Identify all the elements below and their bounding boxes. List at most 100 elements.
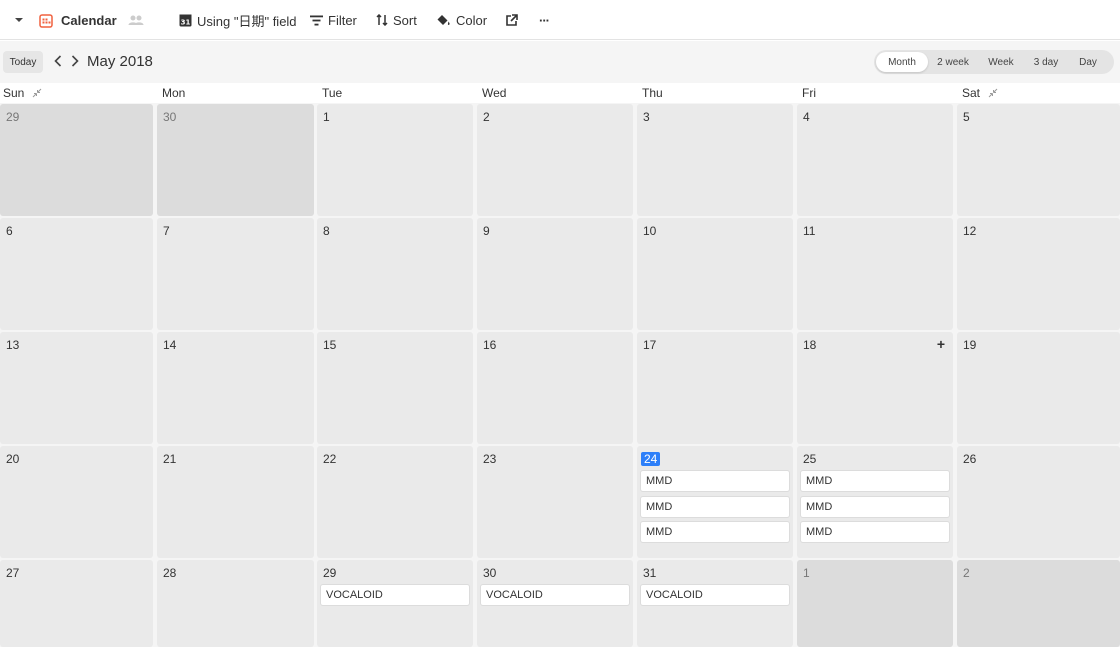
day-header-label: Thu <box>642 86 663 100</box>
date-number: 28 <box>163 566 177 580</box>
day-cell[interactable]: 14 <box>157 332 314 444</box>
day-header-sat: Sat <box>962 83 998 103</box>
day-header-label: Sat <box>962 86 981 100</box>
date-number: 23 <box>483 452 497 466</box>
day-cell[interactable]: 31 VOCALOID <box>637 560 793 647</box>
day-cell[interactable]: 4 <box>797 104 953 216</box>
share-button[interactable] <box>505 0 518 40</box>
date-number: 16 <box>483 338 497 352</box>
day-header-fri: Fri <box>802 83 816 103</box>
event-card[interactable]: MMD <box>640 521 790 543</box>
date-number: 30 <box>163 110 177 124</box>
day-cell[interactable]: 2 <box>477 104 633 216</box>
day-header-label: Fri <box>802 86 816 100</box>
month-title: May 2018 <box>87 53 153 70</box>
date-number: 20 <box>6 452 20 466</box>
view-title[interactable]: Calendar <box>39 0 117 40</box>
date-number: 9 <box>483 224 490 238</box>
date-number: 29 <box>323 566 337 580</box>
view-option-2-week[interactable]: 2 week <box>928 52 978 72</box>
day-cell[interactable]: 29 VOCALOID <box>317 560 473 647</box>
date-number: 25 <box>803 452 817 466</box>
date-number: 1 <box>323 110 330 124</box>
date-number: 15 <box>323 338 337 352</box>
day-cell[interactable]: 18 + <box>797 332 953 444</box>
chevron-left-icon <box>54 55 62 67</box>
day-header-sun: Sun <box>3 83 42 103</box>
event-card[interactable]: VOCALOID <box>480 584 630 606</box>
day-cell[interactable]: 24 MMD MMD MMD <box>637 446 793 558</box>
filter-icon <box>310 15 323 26</box>
event-card[interactable]: MMD <box>640 495 790 518</box>
day-cell[interactable]: 11 <box>797 218 953 330</box>
day-cell[interactable]: 29 <box>0 104 153 216</box>
day-cell[interactable]: 8 <box>317 218 473 330</box>
day-cell[interactable]: 5 <box>957 104 1120 216</box>
event-card[interactable]: MMD <box>800 495 950 518</box>
day-header-label: Mon <box>162 86 186 100</box>
more-button[interactable]: ··· <box>539 0 550 40</box>
view-menu-chevron[interactable] <box>14 0 24 40</box>
day-cell[interactable]: 17 <box>637 332 793 444</box>
date-number: 22 <box>323 452 337 466</box>
day-cell[interactable]: 2 <box>957 560 1120 647</box>
view-option-3-day[interactable]: 3 day <box>1024 52 1068 72</box>
event-card[interactable]: MMD <box>640 470 790 492</box>
event-card[interactable]: VOCALOID <box>640 584 790 606</box>
people-icon <box>128 14 144 26</box>
toolbar: Calendar 31 Using "日期" field Filter Sort… <box>0 0 1120 40</box>
today-button[interactable]: Today <box>3 51 43 73</box>
day-cell[interactable]: 9 <box>477 218 633 330</box>
day-cell[interactable]: 10 <box>637 218 793 330</box>
day-cell[interactable]: 20 <box>0 446 153 558</box>
add-event-button[interactable]: + <box>937 336 945 352</box>
day-cell[interactable]: 1 <box>797 560 953 647</box>
date-field-icon: 31 <box>179 14 192 27</box>
day-cell[interactable]: 16 <box>477 332 633 444</box>
filter-button[interactable]: Filter <box>310 0 357 40</box>
filter-label: Filter <box>328 12 357 28</box>
date-field-button[interactable]: 31 Using "日期" field <box>179 0 297 40</box>
collapse-weekend-icon[interactable] <box>32 88 42 98</box>
day-cell[interactable]: 21 <box>157 446 314 558</box>
view-option-day[interactable]: Day <box>1068 52 1108 72</box>
date-number: 8 <box>323 224 330 238</box>
day-cell[interactable]: 1 <box>317 104 473 216</box>
day-cell[interactable]: 30 VOCALOID <box>477 560 633 647</box>
share-icon <box>505 13 518 27</box>
calendar-icon <box>39 13 53 28</box>
date-number: 29 <box>6 110 20 124</box>
event-card[interactable]: VOCALOID <box>320 584 470 606</box>
date-number: 27 <box>6 566 20 580</box>
day-cell[interactable]: 15 <box>317 332 473 444</box>
day-cell[interactable]: 23 <box>477 446 633 558</box>
day-cell[interactable]: 12 <box>957 218 1120 330</box>
date-number: 2 <box>483 110 490 124</box>
day-cell[interactable]: 26 <box>957 446 1120 558</box>
collapse-weekend-icon[interactable] <box>988 88 998 98</box>
view-option-month[interactable]: Month <box>876 52 928 72</box>
day-cell[interactable]: 30 <box>157 104 314 216</box>
event-card[interactable]: MMD <box>800 470 950 492</box>
day-cell[interactable]: 25 MMD MMD MMD <box>797 446 953 558</box>
day-cell[interactable]: 22 <box>317 446 473 558</box>
collaborators-button[interactable] <box>128 0 144 40</box>
day-cell[interactable]: 28 <box>157 560 314 647</box>
view-option-week[interactable]: Week <box>978 52 1024 72</box>
date-number: 30 <box>483 566 497 580</box>
day-cell[interactable]: 3 <box>637 104 793 216</box>
prev-month-button[interactable] <box>51 52 65 70</box>
day-cell[interactable]: 7 <box>157 218 314 330</box>
date-number: 3 <box>643 110 650 124</box>
date-number: 4 <box>803 110 810 124</box>
day-cell[interactable]: 6 <box>0 218 153 330</box>
view-name: Calendar <box>61 12 117 28</box>
day-cell[interactable]: 13 <box>0 332 153 444</box>
sort-button[interactable]: Sort <box>376 0 417 40</box>
day-cell[interactable]: 27 <box>0 560 153 647</box>
date-number: 14 <box>163 338 177 352</box>
event-card[interactable]: MMD <box>800 521 950 543</box>
color-button[interactable]: Color <box>437 0 487 40</box>
next-month-button[interactable] <box>68 52 82 70</box>
day-cell[interactable]: 19 <box>957 332 1120 444</box>
